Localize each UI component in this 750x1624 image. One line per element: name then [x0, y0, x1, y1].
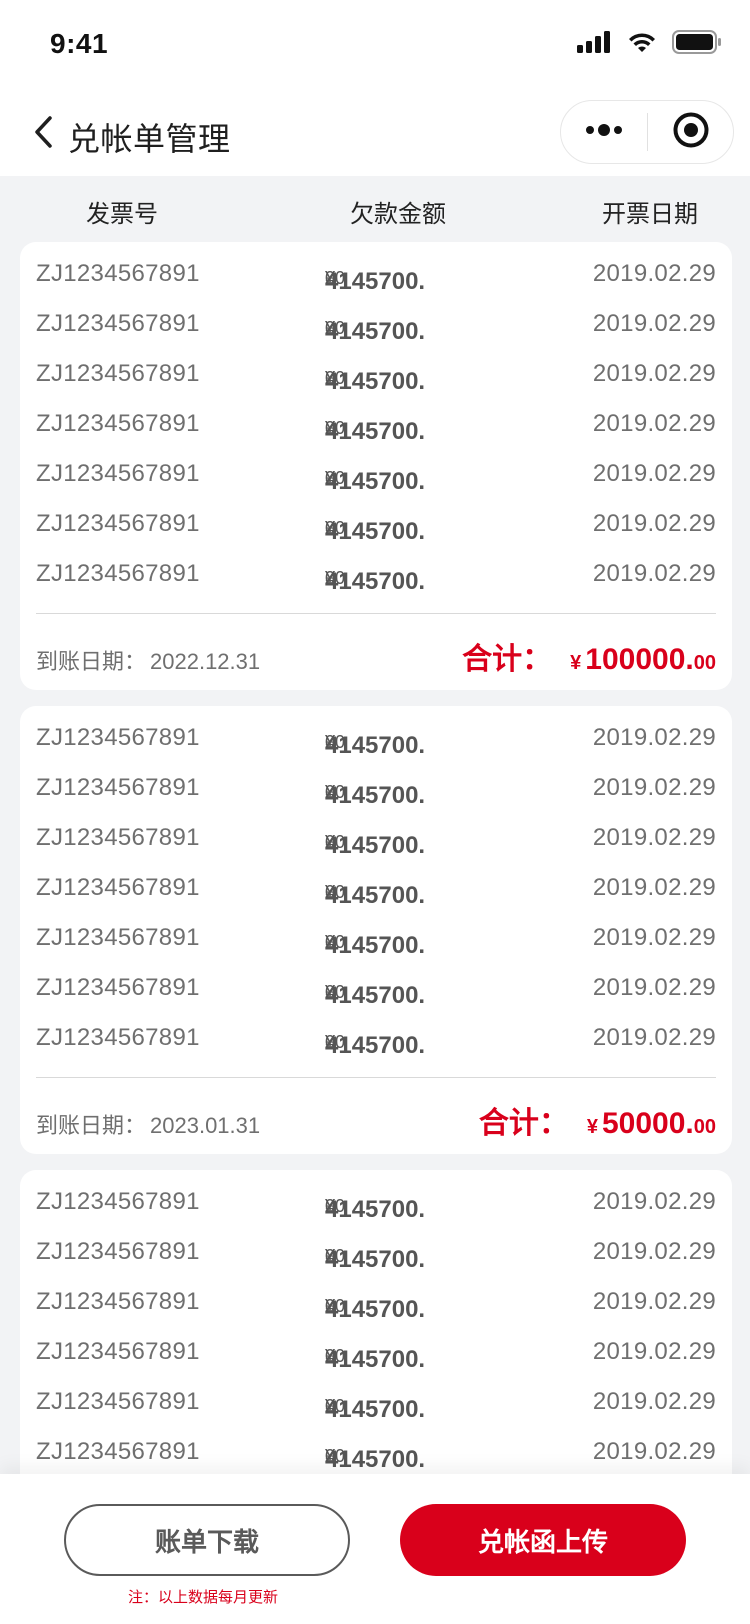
invoice-date: 2019.02.29 — [592, 1338, 716, 1365]
status-time: 9:41 — [50, 28, 109, 59]
arrival-date: 到账日期： 2022.12.31 — [36, 649, 261, 674]
capsule-close-button[interactable] — [648, 101, 733, 163]
invoice-number: ZJ1234567891 — [36, 874, 200, 901]
invoice-number: ZJ1234567891 — [36, 774, 200, 801]
invoice-number: ZJ1234567891 — [36, 724, 200, 751]
invoice-number: ZJ1234567891 — [36, 410, 200, 437]
invoice-date: 2019.02.29 — [592, 1288, 716, 1315]
invoice-number: ZJ1234567891 — [36, 824, 200, 851]
more-dots-icon — [584, 123, 624, 142]
table-row[interactable]: ZJ1234567891 ¥4145700. 00 2019.02.29 — [20, 766, 732, 816]
table-row[interactable]: ZJ1234567891 ¥4145700. 00 2019.02.29 — [20, 966, 732, 1016]
invoice-date: 2019.02.29 — [592, 410, 716, 437]
bill-card: ZJ1234567891 ¥4145700. 00 2019.02.29 ZJ12… — [20, 706, 732, 1154]
mini-program-capsule — [560, 100, 734, 164]
table-row[interactable]: ZJ1234567891 ¥4145700. 00 2019.02.29 — [20, 402, 732, 452]
table-row[interactable]: ZJ1234567891 ¥4145700. 00 2019.02.29 — [20, 1330, 732, 1380]
invoice-date: 2019.02.29 — [592, 560, 716, 587]
status-icons — [576, 29, 722, 59]
back-button[interactable] — [26, 112, 62, 156]
invoice-date: 2019.02.29 — [592, 510, 716, 537]
table-row[interactable]: ZJ1234567891 ¥4145700. 00 2019.02.29 — [20, 1280, 732, 1330]
table-row[interactable]: ZJ1234567891 ¥4145700. 00 2019.02.29 — [20, 302, 732, 352]
download-bill-button[interactable]: 账单下载 — [64, 1504, 350, 1576]
invoice-number: ZJ1234567891 — [36, 1238, 200, 1265]
invoice-date: 2019.02.29 — [592, 1388, 716, 1415]
table-row[interactable]: ZJ1234567891 ¥4145700. 00 2019.02.29 — [20, 716, 732, 766]
invoice-date: 2019.02.29 — [592, 1438, 716, 1465]
table-row[interactable]: ZJ1234567891 ¥4145700. 00 2019.02.29 — [20, 866, 732, 916]
table-row[interactable]: ZJ1234567891 ¥4145700. 00 2019.02.29 — [20, 502, 732, 552]
update-note: 注：以上数据每月更新 — [128, 1589, 279, 1606]
invoice-date: 2019.02.29 — [592, 774, 716, 801]
invoice-number: ZJ1234567891 — [36, 510, 200, 537]
table-row[interactable]: ZJ1234567891 ¥4145700. 00 2019.02.29 — [20, 916, 732, 966]
table-row[interactable]: ZJ1234567891 ¥4145700. 00 2019.02.29 — [20, 1230, 732, 1280]
navigation-bar: 兑帐单管理 — [0, 92, 750, 176]
table-row[interactable]: ZJ1234567891 ¥4145700. 00 2019.02.29 — [20, 352, 732, 402]
invoice-date: 2019.02.29 — [592, 1188, 716, 1215]
invoice-date: 2019.02.29 — [592, 924, 716, 951]
invoice-number: ZJ1234567891 — [36, 1338, 200, 1365]
invoice-number: ZJ1234567891 — [36, 560, 200, 587]
bottom-action-bar: 账单下载 兑帐函上传 注：以上数据每月更新 — [0, 1474, 750, 1624]
invoice-number: ZJ1234567891 — [36, 1288, 200, 1315]
upload-statement-button[interactable]: 兑帐函上传 — [400, 1504, 686, 1576]
invoice-number: ZJ1234567891 — [36, 1024, 200, 1051]
more-button[interactable] — [561, 101, 647, 163]
invoice-number: ZJ1234567891 — [36, 460, 200, 487]
table-row[interactable]: ZJ1234567891 ¥4145700. 00 2019.02.29 — [20, 1430, 732, 1480]
header-date: 开票日期 — [602, 201, 698, 228]
status-bar: 9:41 — [0, 0, 750, 92]
invoice-number: ZJ1234567891 — [36, 260, 200, 287]
invoice-date: 2019.02.29 — [592, 724, 716, 751]
header-amount: 欠款金额 — [350, 201, 446, 228]
table-row[interactable]: ZJ1234567891 ¥4145700. 00 2019.02.29 — [20, 252, 732, 302]
group-total: 合计： ¥50000. 00 — [478, 1107, 716, 1140]
invoice-number: ZJ1234567891 — [36, 1188, 200, 1215]
card-footer: 到账日期： 2022.12.31 合计： ¥100000. 00 — [20, 622, 732, 682]
table-row[interactable]: ZJ1234567891 ¥4145700. 00 2019.02.29 — [20, 1016, 732, 1066]
bill-card: ZJ1234567891 ¥4145700. 00 2019.02.29 ZJ12… — [20, 242, 732, 690]
wifi-icon — [626, 30, 658, 59]
invoice-date: 2019.02.29 — [592, 260, 716, 287]
top-bar: 9:41 兑帐单管理 — [0, 0, 750, 176]
card-divider — [36, 1077, 716, 1078]
invoice-date: 2019.02.29 — [592, 1238, 716, 1265]
back-chevron-icon — [33, 115, 55, 154]
invoice-number: ZJ1234567891 — [36, 1388, 200, 1415]
table-row[interactable]: ZJ1234567891 ¥4145700. 00 2019.02.29 — [20, 452, 732, 502]
invoice-date: 2019.02.29 — [592, 824, 716, 851]
capsule-close-icon — [672, 111, 710, 154]
header-invoice: 发票号 — [86, 201, 158, 228]
invoice-number: ZJ1234567891 — [36, 360, 200, 387]
page-title: 兑帐单管理 — [68, 121, 231, 157]
table-row[interactable]: ZJ1234567891 ¥4145700. 00 2019.02.29 — [20, 816, 732, 866]
invoice-number: ZJ1234567891 — [36, 1438, 200, 1465]
bill-card: ZJ1234567891 ¥4145700. 00 2019.02.29 ZJ12… — [20, 1170, 732, 1510]
card-footer: 到账日期： 2023.01.31 合计： ¥50000. 00 — [20, 1086, 732, 1146]
invoice-date: 2019.02.29 — [592, 460, 716, 487]
invoice-number: ZJ1234567891 — [36, 924, 200, 951]
signal-icon — [576, 30, 612, 59]
table-row[interactable]: ZJ1234567891 ¥4145700. 00 2019.02.29 — [20, 552, 732, 602]
arrival-date: 到账日期： 2023.01.31 — [36, 1113, 261, 1138]
invoice-date: 2019.02.29 — [592, 1024, 716, 1051]
invoice-date: 2019.02.29 — [592, 360, 716, 387]
battery-icon — [672, 29, 722, 59]
table-header: 发票号 欠款金额 开票日期 — [0, 176, 750, 242]
table-row[interactable]: ZJ1234567891 ¥4145700. 00 2019.02.29 — [20, 1380, 732, 1430]
group-total: 合计： ¥100000. 00 — [462, 643, 716, 676]
invoice-date: 2019.02.29 — [592, 874, 716, 901]
invoice-number: ZJ1234567891 — [36, 310, 200, 337]
invoice-date: 2019.02.29 — [592, 310, 716, 337]
invoice-number: ZJ1234567891 — [36, 974, 200, 1001]
card-divider — [36, 613, 716, 614]
invoice-date: 2019.02.29 — [592, 974, 716, 1001]
table-row[interactable]: ZJ1234567891 ¥4145700. 00 2019.02.29 — [20, 1180, 732, 1230]
